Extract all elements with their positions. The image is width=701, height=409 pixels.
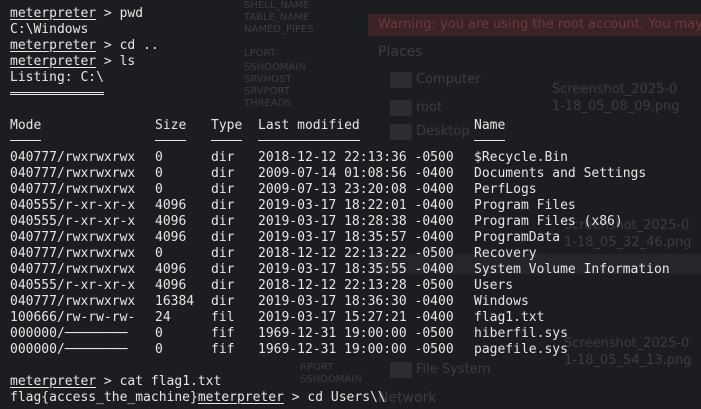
prompt: meterpreter [10,374,97,389]
cell-mode: 000000/──────── [10,342,128,357]
cell-name: flag1.txt [474,310,545,325]
prompt-separator: > [96,38,120,53]
prompt-separator: > [96,374,120,389]
cell-type: dir [211,214,235,229]
prompt-separator: > [283,390,308,405]
cell-name: System Volume Information [474,262,670,277]
cell-size: 4096 [155,262,187,277]
cell-type: dir [211,166,235,181]
cell-size: 0 [155,166,163,181]
cell-size: 0 [155,326,163,341]
cell-size: 24 [155,310,171,325]
cell-name: Documents and Settings [474,166,647,181]
cell-name: Program Files (x86) [474,214,623,229]
cell-name: Windows [474,294,529,309]
cell-mode: 100666/rw-rw-rw- [10,310,136,325]
prompt: meterpreter [10,6,97,21]
command-line: meterpreter > pwd [10,6,143,22]
cell-size: 4096 [155,214,187,229]
cell-type: dir [211,294,235,309]
cell-type: dir [211,198,235,213]
command-input[interactable]: cd Users\\ [307,390,385,405]
command-text: pwd [119,6,144,21]
header-underline [211,140,242,141]
cell-last-modified: 2018-12-12 22:13:22 -0500 [258,246,454,261]
flag-output: flag{access_the_machine} [10,390,198,405]
cell-mode: 000000/──────── [10,326,128,341]
command-text: cd .. [119,38,159,53]
cell-last-modified: 2019-03-17 15:27:21 -0400 [258,310,454,325]
cell-last-modified: 2018-12-12 22:13:28 -0500 [258,278,454,293]
cell-mode: 040777/rwxrwxrwx [10,294,136,309]
terminal-output[interactable]: meterpreter > pwd C:\Windows meterpreter… [0,0,701,409]
cell-last-modified: 2018-12-12 22:13:36 -0500 [258,150,454,165]
cell-mode: 040777/rwxrwxrwx [10,262,136,277]
cell-type: fif [211,326,235,341]
cell-name: PerfLogs [474,182,537,197]
header-mode: Mode [10,118,42,133]
cell-last-modified: 2019-03-17 18:36:30 -0400 [258,294,454,309]
prompt-separator: > [96,54,120,69]
cell-last-modified: 2019-03-17 18:22:01 -0400 [258,198,454,213]
cell-mode: 040555/r-xr-xr-x [10,198,136,213]
command-text: ls [119,54,136,69]
cell-mode: 040777/rwxrwxrwx [10,182,136,197]
header-underline [258,140,360,141]
cell-mode: 040555/r-xr-xr-x [10,278,136,293]
cell-mode: 040555/r-xr-xr-x [10,214,136,229]
cell-name: ProgramData [474,230,561,245]
cell-last-modified: 2019-03-17 18:35:57 -0400 [258,230,454,245]
listing-title-underline [10,76,104,95]
cell-type: dir [211,278,235,293]
cell-name: Recovery [474,246,537,261]
cell-mode: 040777/rwxrwxrwx [10,166,136,181]
cell-size: 0 [155,342,163,357]
cell-type: fif [211,342,235,357]
cell-size: 0 [155,150,163,165]
cell-mode: 040777/rwxrwxrwx [10,246,136,261]
prompt-separator: > [96,6,120,21]
header-underline [474,140,505,141]
command-line: meterpreter > ls [10,54,135,70]
cell-last-modified: 2019-03-17 18:35:55 -0400 [258,262,454,277]
cell-type: fil [211,310,235,325]
command-line: meterpreter > cat flag1.txt [10,374,221,390]
cell-last-modified: 1969-12-31 19:00:00 -0500 [258,326,454,341]
header-type: Type [211,118,243,133]
header-size: Size [155,118,187,133]
cell-name: hiberfil.sys [474,326,568,341]
command-text: cat flag1.txt [119,374,222,389]
cell-name: Program Files [474,198,576,213]
cell-type: dir [211,246,235,261]
header-name: Name [474,118,506,133]
cell-size: 0 [155,246,163,261]
cell-size: 4096 [155,230,187,245]
prompt: meterpreter [197,390,284,405]
cell-size: 16384 [155,294,195,309]
command-line: meterpreter > cd .. [10,38,159,54]
prompt: meterpreter [10,54,97,69]
command-line[interactable]: flag{access_the_machine}meterpreter > cd… [10,390,386,406]
cell-type: dir [211,230,235,245]
cell-name: Users [474,278,514,293]
cell-size: 0 [155,182,163,197]
prompt: meterpreter [10,38,97,53]
cell-size: 4096 [155,278,187,293]
cell-last-modified: 2009-07-14 01:08:56 -0400 [258,166,454,181]
cell-size: 4096 [155,198,187,213]
cell-name: $Recycle.Bin [474,150,568,165]
cell-type: dir [211,262,235,277]
output-line: C:\Windows [10,22,89,37]
header-last-modified: Last modified [258,118,360,133]
header-underline [155,140,186,141]
cell-type: dir [211,182,235,197]
cell-mode: 040777/rwxrwxrwx [10,230,136,245]
cell-name: pagefile.sys [474,342,568,357]
cell-last-modified: 1969-12-31 19:00:00 -0500 [258,342,454,357]
cell-last-modified: 2019-03-17 18:28:38 -0400 [258,214,454,229]
header-underline [10,140,41,141]
cell-last-modified: 2009-07-13 23:20:08 -0400 [258,182,454,197]
cell-mode: 040777/rwxrwxrwx [10,150,136,165]
cell-type: dir [211,150,235,165]
